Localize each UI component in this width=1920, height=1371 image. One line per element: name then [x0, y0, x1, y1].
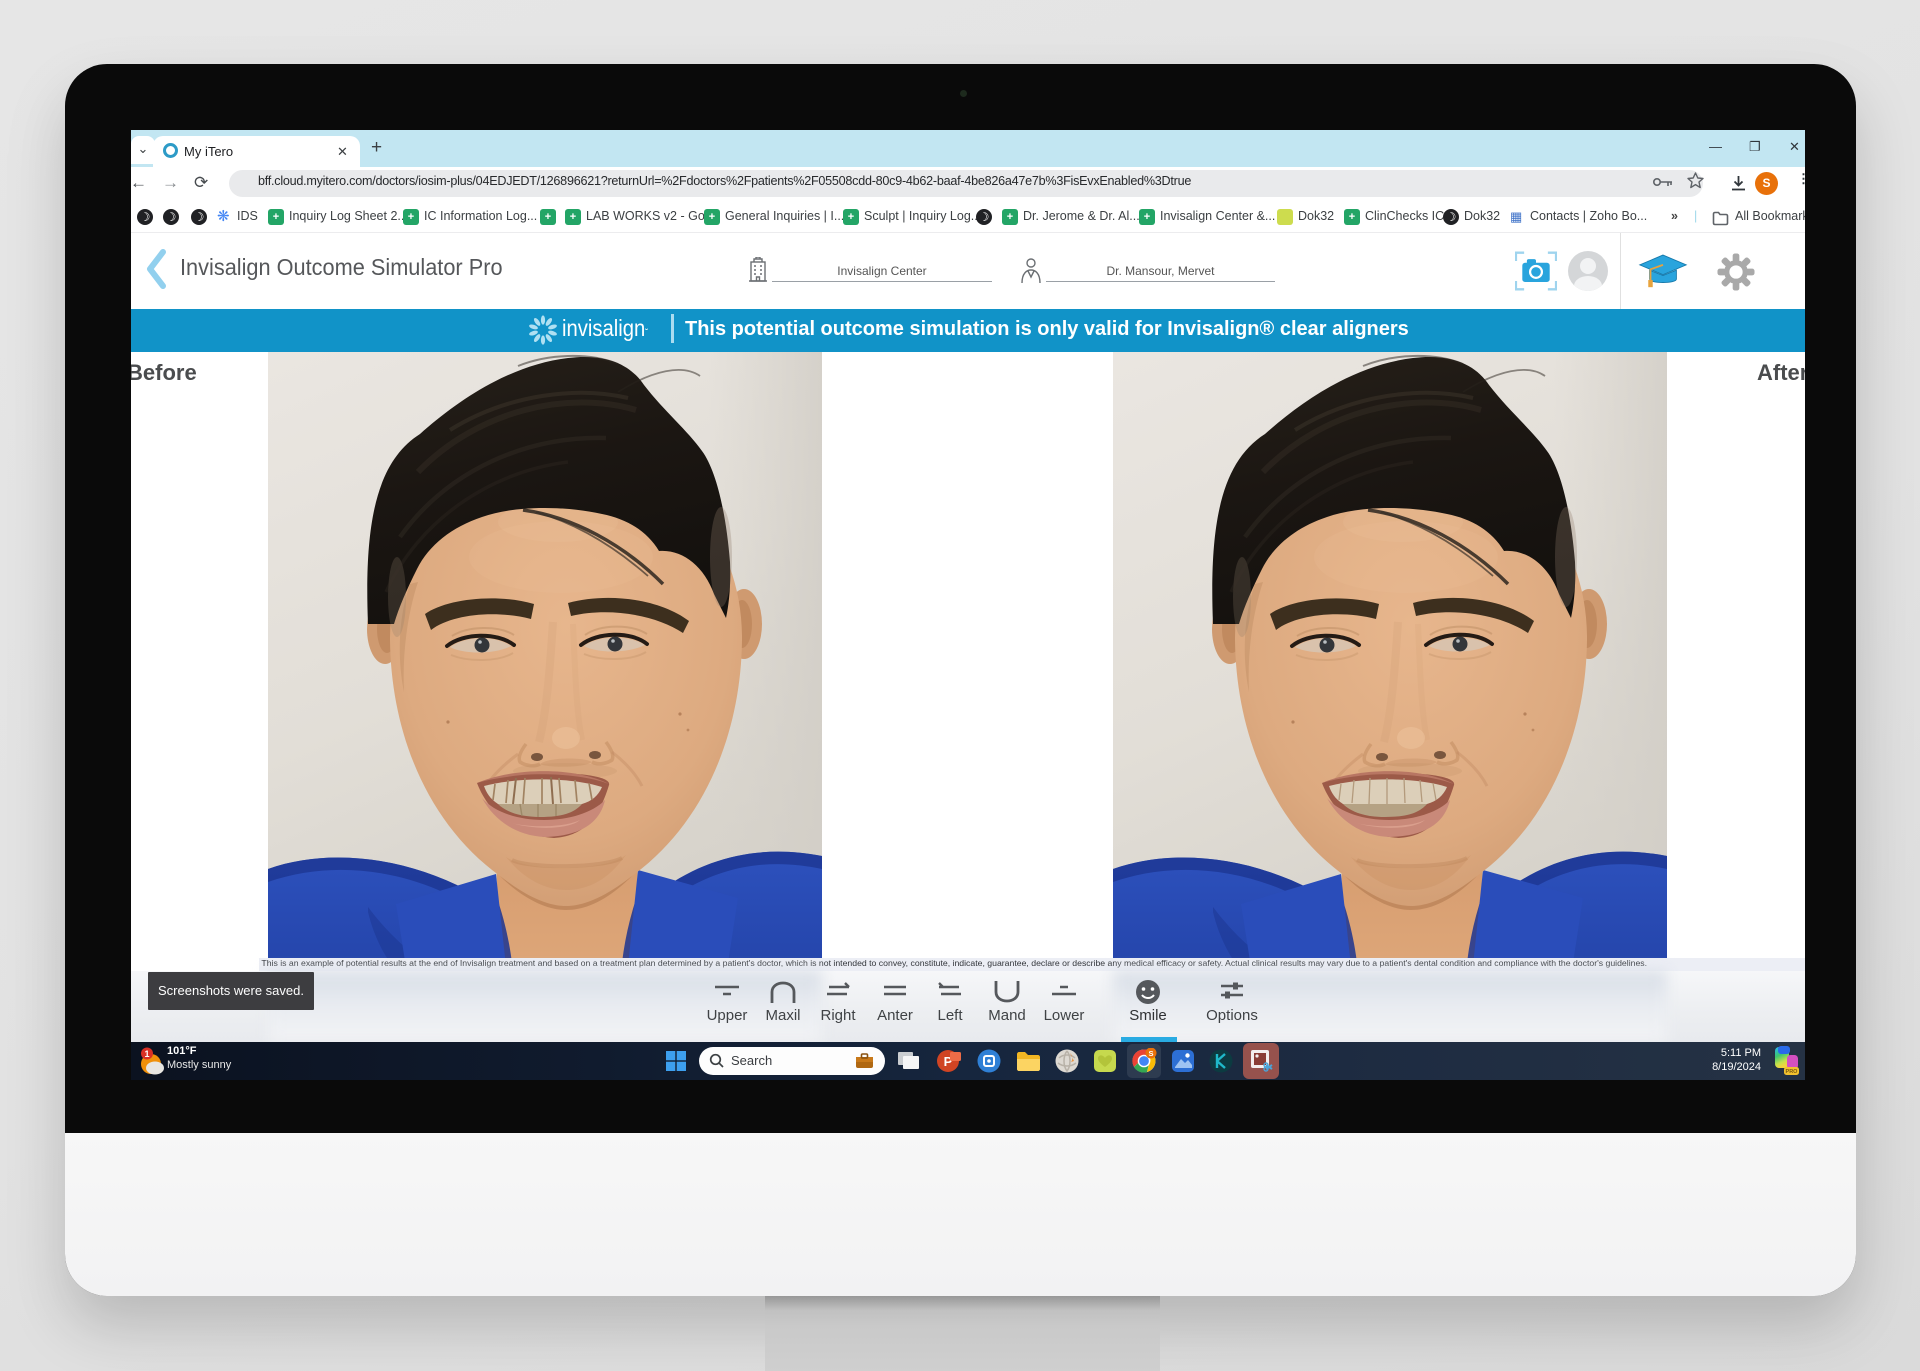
svg-text:PRO: PRO: [1786, 1069, 1799, 1075]
svg-text:1: 1: [144, 1049, 149, 1059]
svg-text:S: S: [1148, 1049, 1153, 1058]
